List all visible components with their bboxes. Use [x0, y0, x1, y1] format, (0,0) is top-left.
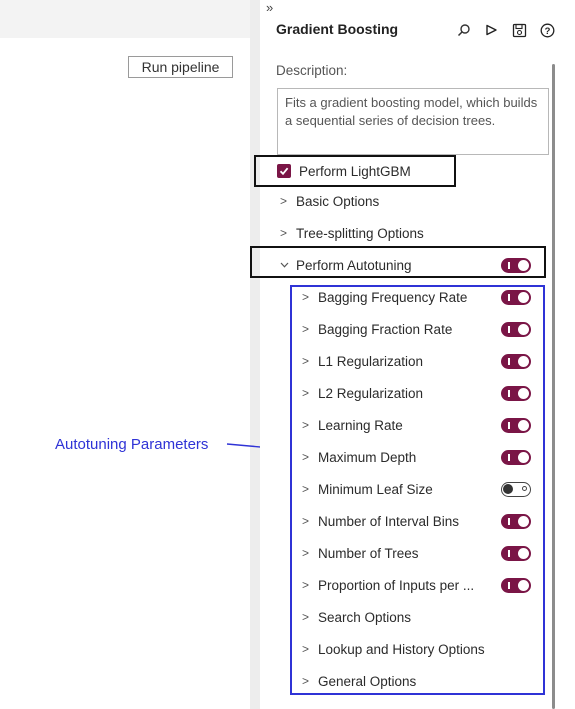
section-label: Basic Options [296, 193, 380, 209]
lightgbm-highlight-box [254, 155, 456, 187]
autotuning-parameters-annotation: Autotuning Parameters [55, 436, 209, 453]
collapse-panel-icon[interactable]: » [266, 0, 273, 15]
canvas-toolbar [0, 0, 250, 38]
help-icon[interactable]: ? [539, 22, 555, 38]
panel-scrollbar[interactable] [552, 64, 555, 709]
svg-text:?: ? [544, 26, 550, 37]
save-icon[interactable] [511, 22, 527, 38]
section-tree-splitting-options[interactable]: > Tree-splitting Options [280, 221, 424, 245]
section-basic-options[interactable]: > Basic Options [280, 189, 379, 213]
description-field[interactable]: Fits a gradient boosting model, which bu… [277, 88, 549, 155]
autotuning-highlight-box [250, 246, 546, 278]
pane-splitter[interactable] [250, 0, 260, 709]
description-label: Description: [276, 63, 348, 78]
panel-title: Gradient Boosting [276, 21, 399, 37]
pipeline-canvas: Run pipeline [0, 0, 250, 709]
run-pipeline-button[interactable]: Run pipeline [128, 56, 233, 78]
run-icon[interactable] [483, 22, 499, 38]
section-label: Tree-splitting Options [296, 225, 424, 241]
autotuning-parameters-highlight-box [290, 285, 545, 695]
search-icon[interactable] [456, 22, 472, 38]
chevron-right-icon: > [280, 194, 288, 208]
chevron-right-icon: > [280, 226, 288, 240]
